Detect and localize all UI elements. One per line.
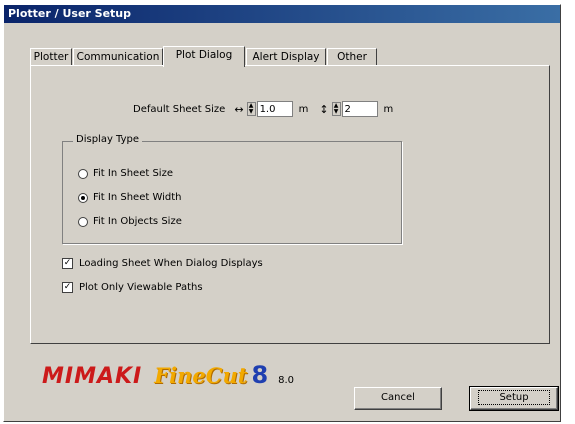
height-unit-label: m [383, 103, 394, 115]
sheet-size-label: Default Sheet Size [133, 103, 226, 115]
sheet-width-input[interactable] [256, 101, 293, 117]
radio-fit-in-sheet-size[interactable]: Fit In Sheet Size [78, 168, 173, 179]
display-type-group: Display Type Fit In Sheet Size Fit In Sh… [62, 134, 402, 244]
tab-communication[interactable]: Communication [73, 48, 163, 66]
radio-fit-in-objects-size[interactable]: Fit In Objects Size [78, 216, 182, 227]
title-bar: Plotter / User Setup [4, 5, 560, 23]
mimaki-logo: MIMAKI [42, 364, 143, 389]
tab-plot-dialog[interactable]: Plot Dialog [163, 46, 245, 67]
width-spinner[interactable]: ▲ ▼ [246, 102, 256, 116]
finecut-logo: FineCut [154, 363, 248, 388]
checkbox-plot-only-viewable[interactable]: ✓ Plot Only Viewable Paths [62, 282, 203, 293]
radio-label: Fit In Objects Size [93, 216, 182, 227]
tab-alert-display[interactable]: Alert Display [246, 48, 326, 66]
radio-label: Fit In Sheet Width [93, 192, 182, 203]
checkbox-box[interactable]: ✓ [62, 258, 73, 269]
setup-dialog: Plotter / User Setup Plotter Communicati… [3, 4, 561, 422]
checkbox-label: Loading Sheet When Dialog Displays [79, 258, 263, 269]
radio-button[interactable] [78, 216, 88, 227]
branding: MIMAKI FineCut 8 8.0 [42, 361, 294, 391]
tab-other[interactable]: Other [327, 48, 377, 66]
width-unit-label: m [298, 103, 309, 115]
finecut-version-logo: 8 [251, 361, 269, 389]
radio-button[interactable] [78, 168, 88, 179]
plot-dialog-panel: Default Sheet Size ↔ ▲▼ m ↕ ▲▼ m Display… [30, 65, 550, 344]
horizontal-arrow-icon: ↔ [234, 102, 244, 116]
display-type-title: Display Type [73, 134, 143, 145]
radio-fit-in-sheet-width[interactable]: Fit In Sheet Width [78, 192, 182, 203]
tab-plotter[interactable]: Plotter [30, 48, 72, 66]
sheet-height-input[interactable] [341, 101, 378, 117]
setup-button-label: Setup [478, 390, 550, 405]
default-sheet-size-row: Default Sheet Size ↔ ▲▼ m ↕ ▲▼ m [133, 100, 401, 118]
height-spinner[interactable]: ▲ ▼ [331, 102, 341, 116]
radio-label: Fit In Sheet Size [93, 168, 173, 179]
checkbox-box[interactable]: ✓ [62, 282, 73, 293]
radio-button-selected[interactable] [78, 192, 88, 203]
checkbox-label: Plot Only Viewable Paths [79, 282, 203, 293]
checkbox-loading-sheet[interactable]: ✓ Loading Sheet When Dialog Displays [62, 258, 263, 269]
window-title: Plotter / User Setup [8, 7, 132, 20]
setup-button[interactable]: Setup [469, 386, 559, 411]
cancel-button[interactable]: Cancel [354, 387, 442, 410]
version-number: 8.0 [278, 375, 295, 386]
cancel-button-label: Cancel [381, 392, 415, 403]
vertical-arrow-icon: ↕ [319, 102, 329, 116]
